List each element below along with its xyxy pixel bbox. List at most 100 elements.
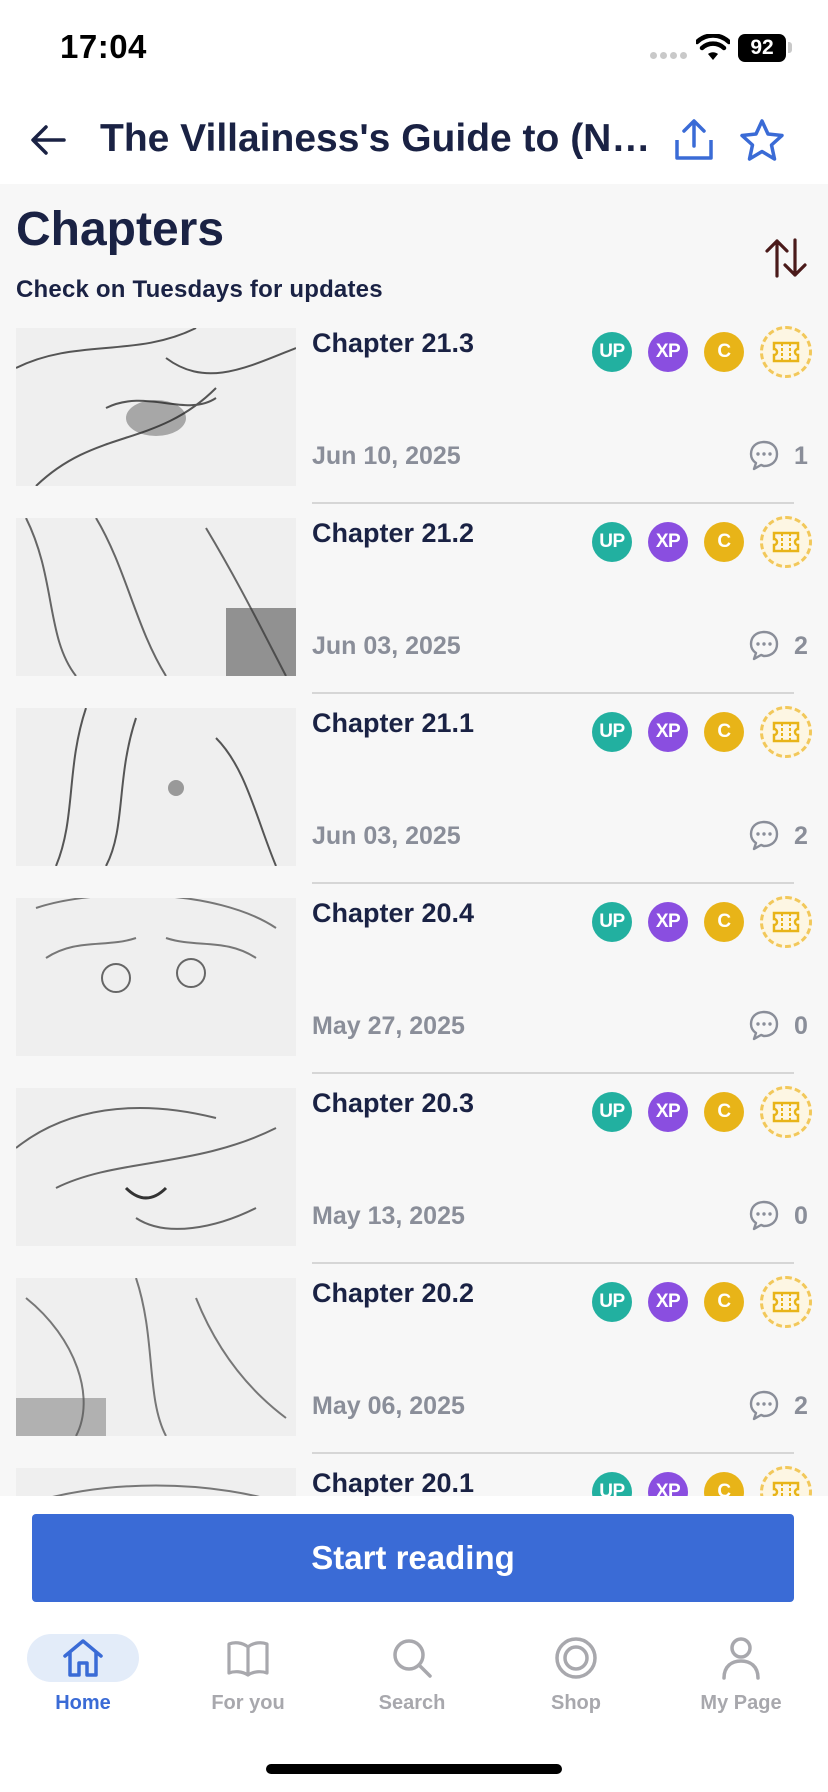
coin-badge: C <box>704 1472 744 1496</box>
nav-search-icon-wrap <box>356 1634 468 1682</box>
coin-badge: C <box>704 522 744 562</box>
row-divider <box>312 692 794 694</box>
chapter-row[interactable]: Chapter 20.4 UP XP C May 27, 2025 0 <box>0 896 828 1088</box>
battery-indicator: 92 <box>738 34 786 62</box>
chapter-thumbnail[interactable] <box>16 898 296 1056</box>
chapter-row[interactable]: Chapter 20.3 UP XP C May 13, 2025 0 <box>0 1086 828 1278</box>
comment-count: 0 <box>794 1202 808 1230</box>
up-badge: UP <box>592 522 632 562</box>
manga-panel-image <box>16 1278 296 1436</box>
chapter-thumbnail[interactable] <box>16 708 296 866</box>
comment-icon-wrap <box>748 629 780 661</box>
manga-panel-image <box>16 708 296 866</box>
coin-badge: C <box>704 1282 744 1322</box>
coin-badge: C <box>704 712 744 752</box>
comment-icon <box>749 1390 779 1421</box>
chapter-badges: UP XP C <box>592 516 812 568</box>
update-schedule-note: Check on Tuesdays for updates <box>16 276 383 303</box>
comment-count: 2 <box>794 632 808 660</box>
chapter-row[interactable]: Chapter 21.2 UP XP C Jun 03, 2025 2 <box>0 516 828 708</box>
manga-panel-image <box>16 1088 296 1246</box>
chapter-thumbnail[interactable] <box>16 1468 296 1496</box>
row-divider <box>312 1072 794 1074</box>
chapter-row[interactable]: Chapter 21.1 UP XP C Jun 03, 2025 2 <box>0 706 828 898</box>
nav-my-page-label: My Page <box>700 1692 782 1714</box>
chapter-list: Chapter 21.3 UP XP C Jun 10, 2025 1 Chapter 21… <box>0 326 828 1496</box>
comment-icon <box>749 440 779 471</box>
chapter-thumbnail[interactable] <box>16 328 296 486</box>
chapter-title: Chapter 20.2 <box>312 1278 475 1308</box>
cellular-signal-icon <box>650 52 687 59</box>
chapter-thumbnail[interactable] <box>16 518 296 676</box>
nav-my-page-icon-wrap <box>685 1634 797 1682</box>
search-icon <box>393 1639 432 1678</box>
chapter-row[interactable]: Chapter 21.3 UP XP C Jun 10, 2025 1 <box>0 326 828 518</box>
nav-shop[interactable]: Shop <box>501 1634 651 1734</box>
chapter-badges: UP XP C <box>592 896 812 948</box>
ticket-badge <box>760 1086 812 1138</box>
chapter-title: Chapter 20.3 <box>312 1088 475 1118</box>
ticket-badge <box>760 326 812 378</box>
chapter-thumbnail[interactable] <box>16 1278 296 1436</box>
chapter-date: May 27, 2025 <box>312 1012 465 1040</box>
chapter-title: Chapter 20.4 <box>312 898 475 928</box>
comment-icon <box>749 1010 779 1041</box>
chapter-row[interactable]: Chapter 20.1 UP XP C <box>0 1466 828 1496</box>
sort-button[interactable] <box>758 230 814 286</box>
nav-search[interactable]: Search <box>337 1634 487 1734</box>
chapter-title: Chapter 21.2 <box>312 518 475 548</box>
chapter-title: Chapter 21.1 <box>312 708 475 738</box>
comment-icon-wrap <box>748 1389 780 1421</box>
share-icon <box>675 119 713 160</box>
comment-icon-wrap <box>748 1199 780 1231</box>
up-badge: UP <box>592 332 632 372</box>
ticket-badge <box>760 896 812 948</box>
app-header: The Villainess's Guide to (No... <box>0 100 828 184</box>
section-title: Chapters <box>16 203 225 256</box>
chapter-title: Chapter 21.3 <box>312 328 475 358</box>
nav-for-you-label: For you <box>211 1692 285 1714</box>
comment-count: 2 <box>794 822 808 850</box>
ticket-badge <box>760 706 812 758</box>
nav-my-page[interactable]: My Page <box>666 1634 816 1734</box>
comment-count: 0 <box>794 1012 808 1040</box>
nav-home[interactable]: Home <box>8 1634 158 1734</box>
favorite-button[interactable] <box>734 112 790 168</box>
coin-badge: C <box>704 332 744 372</box>
status-bar: 17:04 92 <box>0 0 828 100</box>
chapter-date: Jun 03, 2025 <box>312 822 461 850</box>
xp-badge: XP <box>648 522 688 562</box>
up-badge: UP <box>592 1092 632 1132</box>
row-divider <box>312 882 794 884</box>
ticket-icon <box>772 1291 800 1313</box>
row-divider <box>312 1452 794 1454</box>
chapter-badges: UP XP C <box>592 1086 812 1138</box>
comment-icon <box>749 1200 779 1231</box>
back-button[interactable] <box>22 114 74 166</box>
home-icon <box>63 1639 103 1677</box>
manga-panel-image <box>16 518 296 676</box>
bottom-navigation: Home For you Search Shop My Page <box>0 1606 828 1792</box>
series-title: The Villainess's Guide to (No... <box>100 117 660 160</box>
comment-icon-wrap <box>748 819 780 851</box>
ticket-icon <box>772 1101 800 1123</box>
ticket-badge <box>760 1276 812 1328</box>
up-badge: UP <box>592 1472 632 1496</box>
share-button[interactable] <box>666 112 722 168</box>
comment-icon <box>749 820 779 851</box>
xp-badge: XP <box>648 1282 688 1322</box>
comment-count: 1 <box>794 442 808 470</box>
person-icon <box>722 1637 760 1680</box>
up-badge: UP <box>592 712 632 752</box>
chapter-thumbnail[interactable] <box>16 1088 296 1246</box>
nav-shop-icon-wrap <box>520 1634 632 1682</box>
start-reading-button[interactable]: Start reading <box>32 1514 794 1602</box>
star-outline-icon <box>740 119 784 161</box>
chapter-row[interactable]: Chapter 20.2 UP XP C May 06, 2025 2 <box>0 1276 828 1468</box>
status-time: 17:04 <box>60 28 147 65</box>
nav-home-label: Home <box>55 1692 111 1714</box>
comment-icon <box>749 630 779 661</box>
nav-for-you[interactable]: For you <box>173 1634 323 1734</box>
ticket-icon <box>772 341 800 363</box>
chapter-title: Chapter 20.1 <box>312 1468 475 1496</box>
